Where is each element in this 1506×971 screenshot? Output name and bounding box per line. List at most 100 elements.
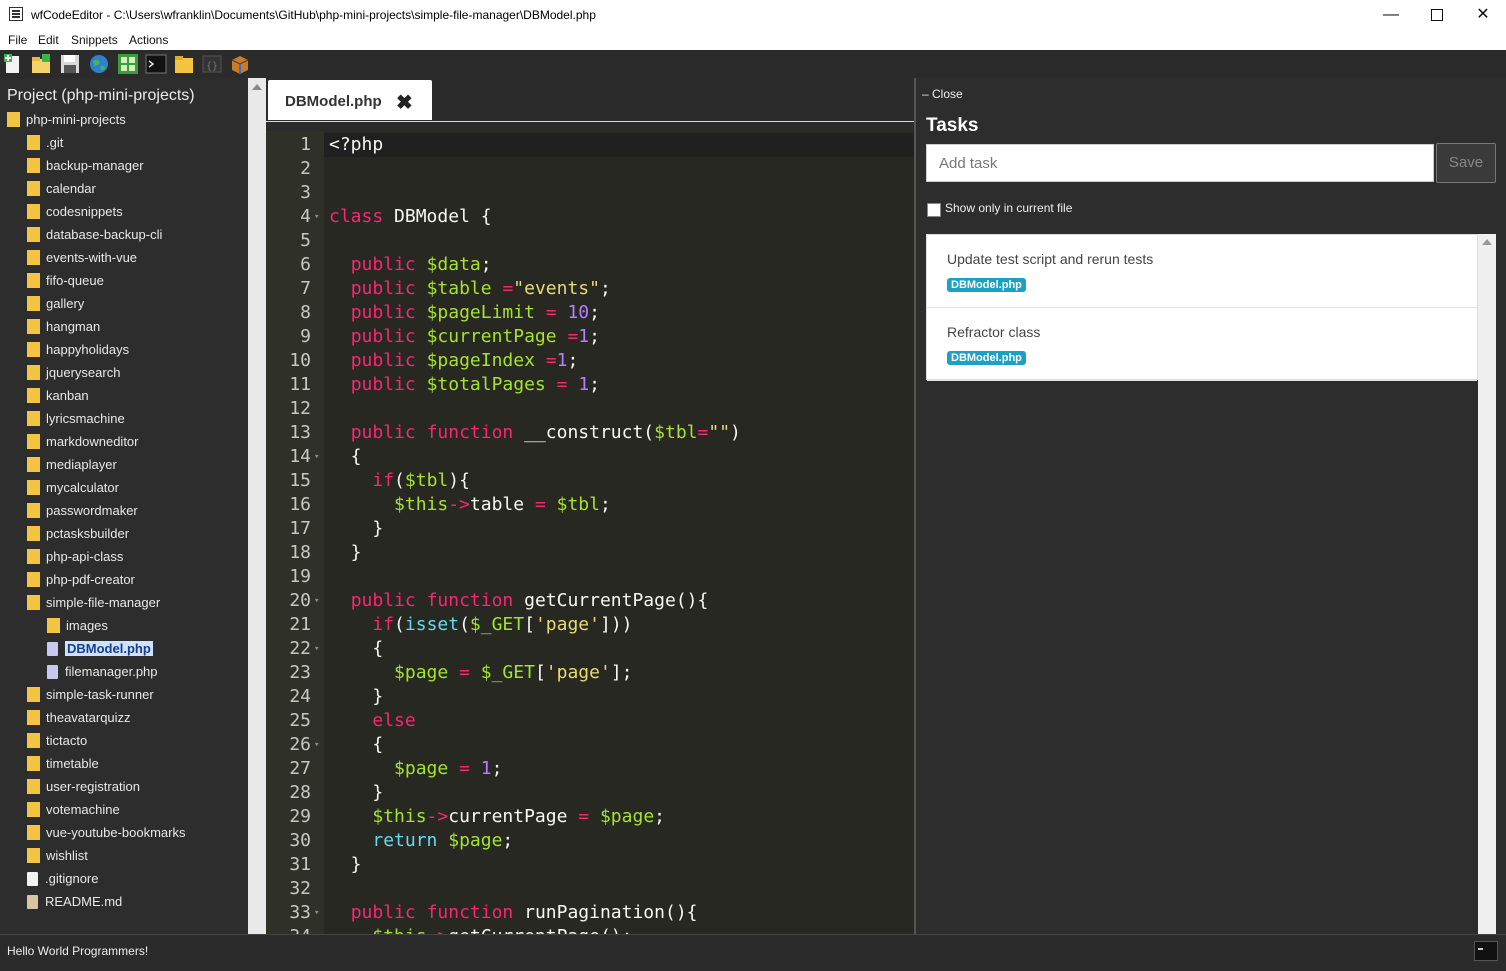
- add-task-input[interactable]: [926, 144, 1434, 182]
- code-icon[interactable]: {}: [201, 53, 223, 75]
- tab-close-icon[interactable]: ✖: [396, 90, 413, 115]
- tree-folder[interactable]: happyholidays: [27, 340, 129, 360]
- tree-folder[interactable]: events-with-vue: [27, 248, 137, 268]
- fold-arrow-icon[interactable]: ▾: [314, 901, 319, 925]
- code-line[interactable]: 15 if($tbl){: [266, 469, 914, 493]
- tree-folder[interactable]: votemachine: [27, 800, 120, 820]
- tree-folder[interactable]: php-mini-projects: [7, 110, 126, 130]
- code-line[interactable]: 3: [266, 181, 914, 205]
- tree-folder[interactable]: .git: [27, 133, 63, 153]
- scroll-up-icon[interactable]: [1482, 239, 1492, 245]
- tab-dbmodel[interactable]: DBModel.php ✖: [268, 80, 432, 120]
- new-file-icon[interactable]: [3, 53, 25, 75]
- code-line[interactable]: 27 $page = 1;: [266, 757, 914, 781]
- tree-folder[interactable]: simple-task-runner: [27, 685, 154, 705]
- box-icon[interactable]: [229, 53, 251, 75]
- code-line[interactable]: 7 public $table ="events";: [266, 277, 914, 301]
- tree-file[interactable]: DBModel.php: [47, 639, 153, 659]
- tree-file[interactable]: .gitignore: [27, 869, 98, 889]
- code-line[interactable]: 13 public function __construct($tbl=""): [266, 421, 914, 445]
- code-line[interactable]: 31 }: [266, 853, 914, 877]
- tree-folder[interactable]: kanban: [27, 386, 89, 406]
- code-line[interactable]: 2: [266, 157, 914, 181]
- tree-file[interactable]: filemanager.php: [47, 662, 158, 682]
- terminal-icon[interactable]: [145, 53, 167, 75]
- globe-icon[interactable]: [88, 53, 110, 75]
- code-line[interactable]: 29 $this->currentPage = $page;: [266, 805, 914, 829]
- tree-folder[interactable]: lyricsmachine: [27, 409, 125, 429]
- minimize-button[interactable]: —: [1368, 0, 1414, 30]
- fold-arrow-icon[interactable]: ▾: [314, 733, 319, 757]
- fold-arrow-icon[interactable]: ▾: [314, 589, 319, 613]
- tree-folder[interactable]: calendar: [27, 179, 96, 199]
- code-line[interactable]: 28 }: [266, 781, 914, 805]
- code-line[interactable]: 17 }: [266, 517, 914, 541]
- menu-file[interactable]: File: [8, 33, 27, 47]
- code-line[interactable]: 30 return $page;: [266, 829, 914, 853]
- tree-folder[interactable]: wishlist: [27, 846, 88, 866]
- code-line[interactable]: 18 }: [266, 541, 914, 565]
- tree-folder[interactable]: php-pdf-creator: [27, 570, 135, 590]
- code-line[interactable]: 5: [266, 229, 914, 253]
- code-line[interactable]: 11 public $totalPages = 1;: [266, 373, 914, 397]
- code-line[interactable]: 20 ▾ public function getCurrentPage(){: [266, 589, 914, 613]
- menu-edit[interactable]: Edit: [38, 33, 59, 47]
- tree-file[interactable]: README.md: [27, 892, 122, 912]
- menu-actions[interactable]: Actions: [129, 33, 168, 47]
- code-line[interactable]: 21 if(isset($_GET['page'])): [266, 613, 914, 637]
- menu-snippets[interactable]: Snippets: [71, 33, 118, 47]
- code-line[interactable]: 25 else: [266, 709, 914, 733]
- code-line[interactable]: 6 public $data;: [266, 253, 914, 277]
- code-line[interactable]: 23 $page = $_GET['page'];: [266, 661, 914, 685]
- tree-folder[interactable]: php-api-class: [27, 547, 123, 567]
- task-item[interactable]: Refractor class DBModel.php: [927, 308, 1477, 381]
- tree-folder[interactable]: user-registration: [27, 777, 140, 797]
- terminal-toggle-icon[interactable]: [1474, 941, 1498, 961]
- tree-folder[interactable]: mediaplayer: [27, 455, 117, 475]
- tree-folder[interactable]: timetable: [27, 754, 99, 774]
- fold-arrow-icon[interactable]: ▾: [314, 205, 319, 229]
- code-line[interactable]: 26 ▾ {: [266, 733, 914, 757]
- fold-arrow-icon[interactable]: ▾: [314, 445, 319, 469]
- tree-folder[interactable]: mycalculator: [27, 478, 119, 498]
- tasks-scrollbar[interactable]: [1478, 234, 1496, 934]
- code-line[interactable]: 16 $this->table = $tbl;: [266, 493, 914, 517]
- tree-folder[interactable]: simple-file-manager: [27, 593, 160, 613]
- code-line[interactable]: 9 public $currentPage =1;: [266, 325, 914, 349]
- code-line[interactable]: 10 public $pageIndex =1;: [266, 349, 914, 373]
- tree-folder[interactable]: passwordmaker: [27, 501, 138, 521]
- tree-folder[interactable]: markdowneditor: [27, 432, 139, 452]
- folder-icon[interactable]: [173, 53, 195, 75]
- code-line[interactable]: 24 }: [266, 685, 914, 709]
- code-line[interactable]: 34 $this->getCurrentPage();: [266, 925, 914, 934]
- tree-folder[interactable]: database-backup-cli: [27, 225, 162, 245]
- close-tasks-link[interactable]: – Close: [922, 87, 963, 101]
- tree-folder[interactable]: codesnippets: [27, 202, 123, 222]
- tree-folder[interactable]: tictacto: [27, 731, 87, 751]
- sidebar-scrollbar[interactable]: [248, 78, 266, 934]
- tree-folder[interactable]: hangman: [27, 317, 100, 337]
- tree-folder[interactable]: backup-manager: [27, 156, 144, 176]
- new-folder-icon[interactable]: [30, 53, 52, 75]
- tree-folder[interactable]: vue-youtube-bookmarks: [27, 823, 185, 843]
- code-line[interactable]: 12: [266, 397, 914, 421]
- tree-folder[interactable]: gallery: [27, 294, 84, 314]
- tree-folder[interactable]: pctasksbuilder: [27, 524, 129, 544]
- save-task-button[interactable]: Save: [1436, 143, 1496, 183]
- close-window-button[interactable]: ✕: [1460, 0, 1506, 30]
- tree-folder[interactable]: images: [47, 616, 108, 636]
- save-icon[interactable]: [59, 53, 81, 75]
- tree-folder[interactable]: jquerysearch: [27, 363, 120, 383]
- code-editor[interactable]: 1 <?php 2 3 4 ▾ class DBModel {5 6 public $data…: [266, 131, 914, 934]
- fold-arrow-icon[interactable]: ▾: [314, 637, 319, 661]
- scroll-up-icon[interactable]: [252, 84, 262, 90]
- code-line[interactable]: 8 public $pageLimit = 10;: [266, 301, 914, 325]
- code-line[interactable]: 33 ▾ public function runPagination(){: [266, 901, 914, 925]
- code-line[interactable]: 14 ▾ {: [266, 445, 914, 469]
- task-item[interactable]: Update test script and rerun tests DBMod…: [927, 235, 1477, 308]
- code-line[interactable]: 22 ▾ {: [266, 637, 914, 661]
- code-line[interactable]: 1 <?php: [266, 133, 914, 157]
- code-line[interactable]: 19: [266, 565, 914, 589]
- code-line[interactable]: 32: [266, 877, 914, 901]
- grid-icon[interactable]: [117, 53, 139, 75]
